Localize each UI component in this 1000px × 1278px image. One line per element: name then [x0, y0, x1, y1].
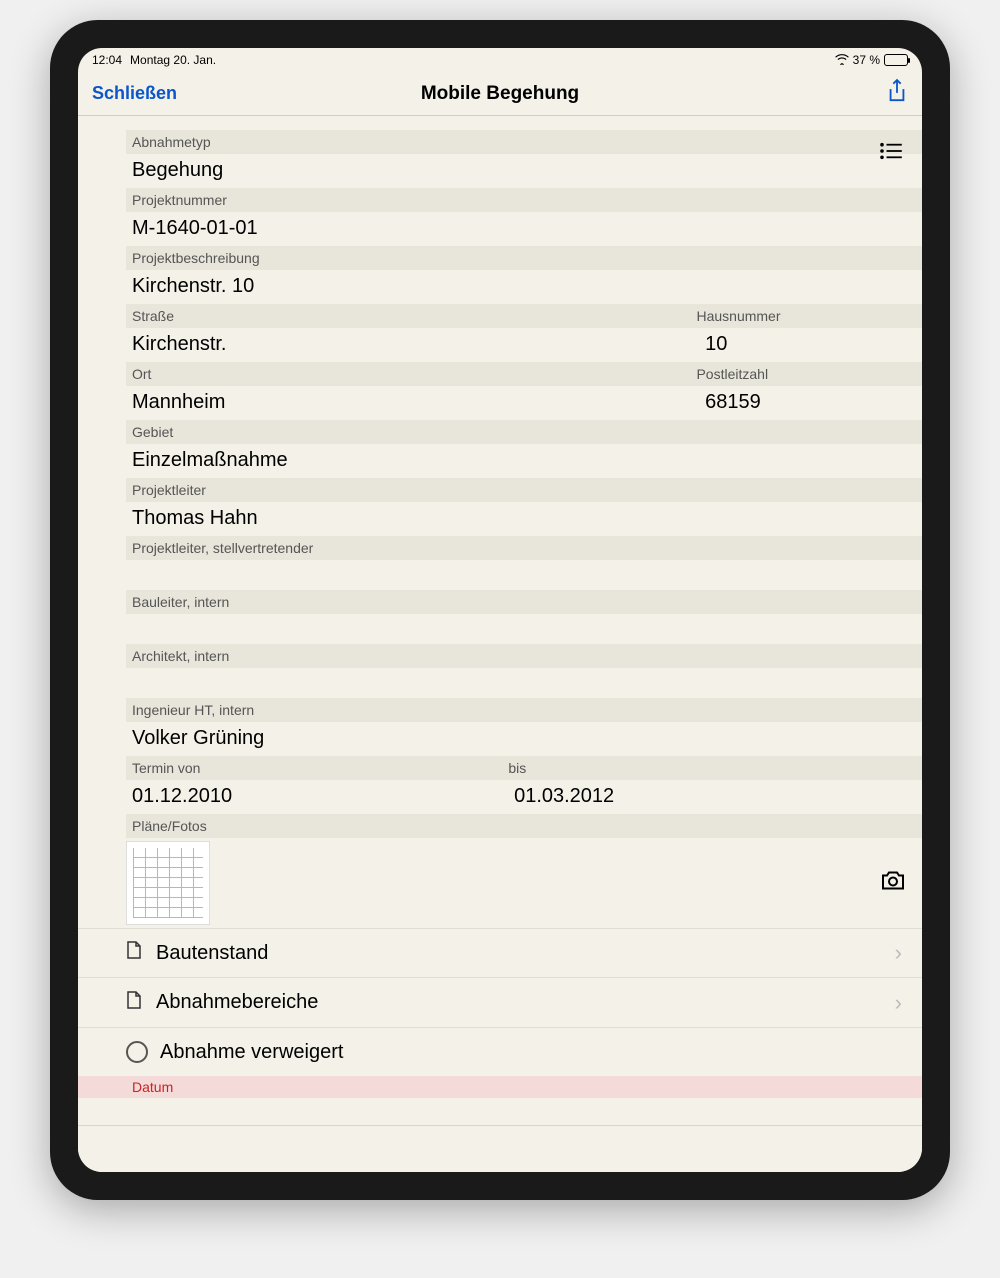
- plz-label: Postleitzahl: [696, 365, 768, 383]
- chevron-right-icon: ›: [895, 990, 902, 1016]
- projektbeschreibung-label: Projektbeschreibung: [126, 246, 922, 270]
- abnahmetyp-value[interactable]: Begehung: [126, 154, 922, 188]
- termin-bis-label: bis: [508, 759, 526, 777]
- termin-von-value[interactable]: 01.12.2010: [126, 780, 508, 814]
- document-icon: [126, 941, 142, 965]
- document-icon: [126, 991, 142, 1015]
- status-battery-pct: 37 %: [853, 53, 880, 67]
- wifi-icon: [835, 53, 849, 68]
- gebiet-value[interactable]: Einzelmaßnahme: [126, 444, 922, 478]
- nav-bar: Schließen Mobile Begehung: [78, 72, 922, 116]
- status-time: 12:04: [92, 53, 122, 67]
- radio-icon: [126, 1041, 148, 1063]
- plaene-label: Pläne/Fotos: [126, 814, 922, 838]
- nav-bautenstand[interactable]: Bautenstand ›: [78, 928, 922, 978]
- screen: 12:04 Montag 20. Jan. 37 % Schließen Mob…: [78, 48, 922, 1172]
- abnahme-verweigert-label: Abnahme verweigert: [160, 1041, 343, 1064]
- strasse-label: Straße: [132, 307, 696, 325]
- tablet-frame: 12:04 Montag 20. Jan. 37 % Schließen Mob…: [50, 20, 950, 1200]
- battery-icon: [884, 54, 908, 66]
- nav-abnahmebereiche-label: Abnahmebereiche: [156, 991, 881, 1014]
- plz-value[interactable]: 68159: [699, 386, 922, 420]
- close-button[interactable]: Schließen: [92, 83, 177, 104]
- architekt-value[interactable]: [126, 668, 922, 698]
- projektleiter-label: Projektleiter: [126, 478, 922, 502]
- list-icon[interactable]: [880, 142, 902, 165]
- gebiet-label: Gebiet: [126, 420, 922, 444]
- nav-bautenstand-label: Bautenstand: [156, 942, 881, 965]
- page-title: Mobile Begehung: [421, 83, 579, 105]
- ort-label: Ort: [132, 365, 696, 383]
- status-bar: 12:04 Montag 20. Jan. 37 %: [78, 48, 922, 72]
- projektnummer-label: Projektnummer: [126, 188, 922, 212]
- projektleiter-stv-label: Projektleiter, stellvertretender: [126, 536, 922, 560]
- datum-label: Datum: [78, 1076, 922, 1098]
- chevron-right-icon: ›: [895, 940, 902, 966]
- ingenieur-value[interactable]: Volker Grüning: [126, 722, 922, 756]
- datum-value[interactable]: [78, 1098, 922, 1126]
- nav-abnahmebereiche[interactable]: Abnahmebereiche ›: [78, 978, 922, 1028]
- plan-thumbnail[interactable]: [126, 841, 210, 925]
- projektbeschreibung-value[interactable]: Kirchenstr. 10: [126, 270, 922, 304]
- projektleiter-stv-value[interactable]: [126, 560, 922, 590]
- share-button[interactable]: [886, 78, 908, 109]
- termin-bis-value[interactable]: 01.03.2012: [508, 780, 620, 814]
- projektleiter-value[interactable]: Thomas Hahn: [126, 502, 922, 536]
- projektnummer-value[interactable]: M-1640-01-01: [126, 212, 922, 246]
- abnahme-verweigert-radio[interactable]: Abnahme verweigert: [78, 1028, 922, 1076]
- ort-value[interactable]: Mannheim: [126, 386, 699, 420]
- hausnummer-value[interactable]: 10: [699, 328, 922, 362]
- status-date: Montag 20. Jan.: [130, 53, 216, 67]
- strasse-value[interactable]: Kirchenstr.: [126, 328, 699, 362]
- camera-button[interactable]: [880, 870, 906, 897]
- form-content[interactable]: Abnahmetyp Begehung Projektnummer M-1640…: [78, 116, 922, 1172]
- architekt-label: Architekt, intern: [126, 644, 922, 668]
- hausnummer-label: Hausnummer: [696, 307, 780, 325]
- abnahmetyp-label: Abnahmetyp: [126, 130, 922, 154]
- bauleiter-value[interactable]: [126, 614, 922, 644]
- ingenieur-label: Ingenieur HT, intern: [126, 698, 922, 722]
- bauleiter-label: Bauleiter, intern: [126, 590, 922, 614]
- termin-von-label: Termin von: [132, 759, 508, 777]
